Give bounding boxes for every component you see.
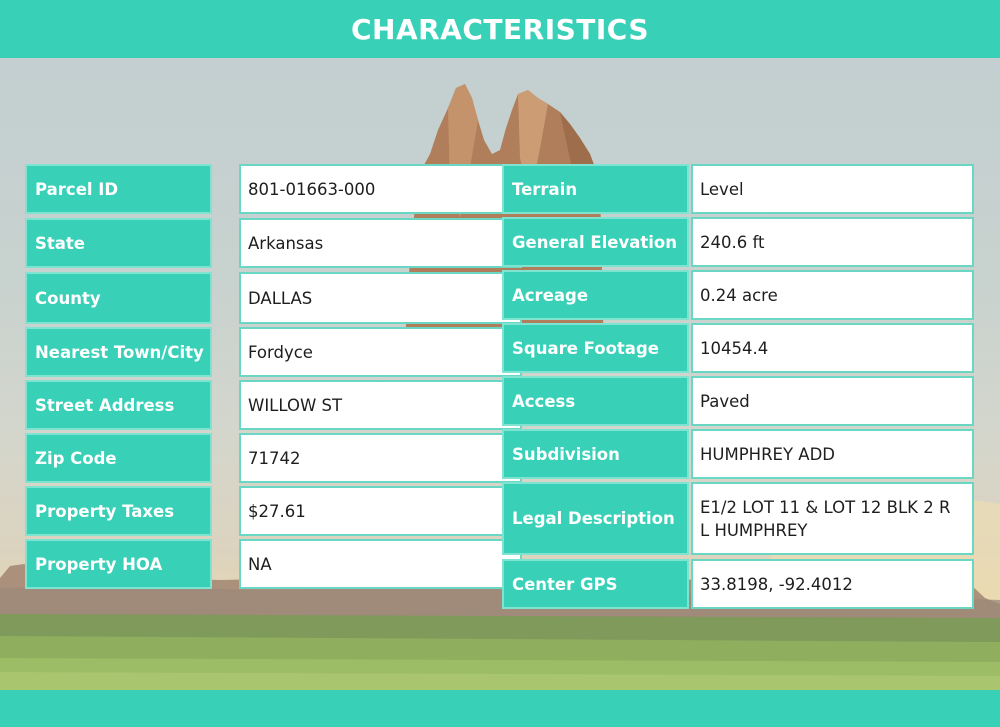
field-label: Square Footage <box>502 323 689 373</box>
page-title: CHARACTERISTICS <box>350 12 650 46</box>
field-value: $27.61 <box>239 486 522 536</box>
field-label: County <box>25 272 212 324</box>
field-label: Property HOA <box>25 539 212 589</box>
field-label: Subdivision <box>502 429 689 479</box>
field-value: 71742 <box>239 433 522 483</box>
field-label: Legal Description <box>502 482 689 555</box>
field-value: HUMPHREY ADD <box>691 429 974 479</box>
field-value: 0.24 acre <box>691 270 974 320</box>
header-banner: CHARACTERISTICS <box>0 0 1000 58</box>
field-label: Nearest Town/City <box>25 327 212 377</box>
field-value: E1/2 LOT 11 & LOT 12 BLK 2 R L HUMPHREY <box>691 482 974 555</box>
field-value: 10454.4 <box>691 323 974 373</box>
field-value: Paved <box>691 376 974 426</box>
field-label: General Elevation <box>502 217 689 267</box>
field-label: Acreage <box>502 270 689 320</box>
field-label: Parcel ID <box>25 164 212 214</box>
field-value: WILLOW ST <box>239 380 522 430</box>
field-label: Center GPS <box>502 559 689 609</box>
field-value: 801-01663-000 <box>239 164 522 214</box>
field-label: State <box>25 218 212 268</box>
field-value: Level <box>691 164 974 214</box>
field-label: Street Address <box>25 380 212 430</box>
field-label: Access <box>502 376 689 426</box>
field-value: Arkansas <box>239 218 522 268</box>
field-label: Terrain <box>502 164 689 214</box>
field-value: NA <box>239 539 522 589</box>
field-label: Zip Code <box>25 433 212 483</box>
footer-banner <box>0 690 1000 727</box>
field-label: Property Taxes <box>25 486 212 536</box>
field-value: 33.8198, -92.4012 <box>691 559 974 609</box>
field-value: Fordyce <box>239 327 522 377</box>
field-value: DALLAS <box>239 272 522 324</box>
field-value: 240.6 ft <box>691 217 974 267</box>
